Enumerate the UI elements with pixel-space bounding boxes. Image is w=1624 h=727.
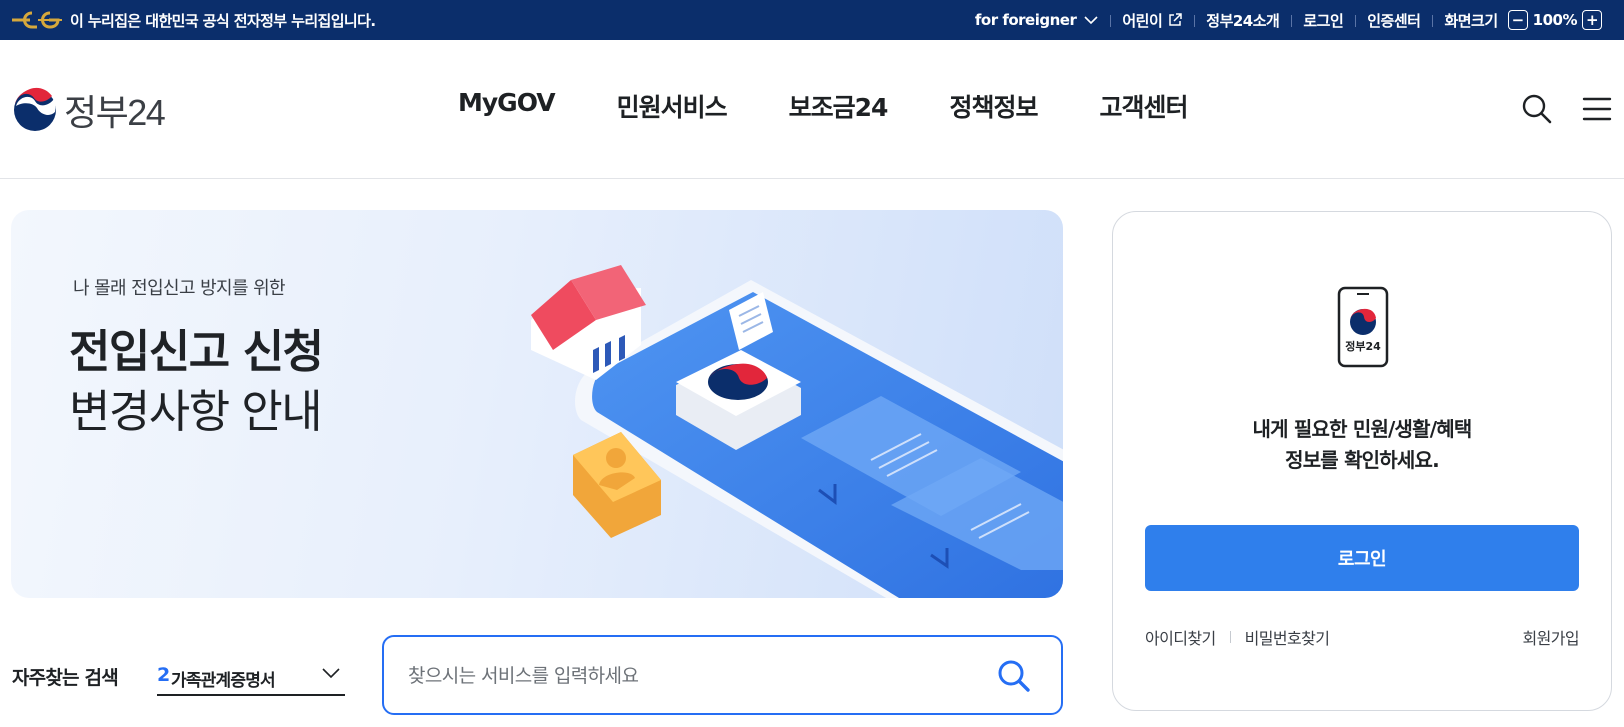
about-label: 정부24소개 bbox=[1206, 11, 1280, 30]
hero-banner[interactable]: 나 몰래 전입신고 방지를 위한 전입신고 신청 변경사항 안내 bbox=[11, 210, 1063, 598]
nav-mygov[interactable]: MyGOV bbox=[458, 88, 556, 124]
mobile-id-icon: 정부24 bbox=[1337, 286, 1389, 368]
about-link[interactable]: 정부24소개 bbox=[1194, 10, 1291, 31]
hero-title-line2: 변경사항 안내 bbox=[69, 385, 323, 438]
zoom-label: 화면크기 bbox=[1444, 11, 1498, 30]
login-button[interactable]: 로그인 bbox=[1145, 525, 1579, 591]
nav-policy-info[interactable]: 정책정보 bbox=[949, 88, 1038, 124]
gov24-logo[interactable]: 정부24 bbox=[12, 84, 166, 136]
cert-center-label: 인증센터 bbox=[1367, 11, 1421, 30]
zoom-out-button[interactable]: − bbox=[1507, 10, 1528, 30]
signup-link[interactable]: 회원가입 bbox=[1523, 625, 1580, 649]
login-message-line2: 정보를 확인하세요. bbox=[1285, 448, 1440, 472]
external-link-icon bbox=[1169, 13, 1183, 26]
top-login-link[interactable]: 로그인 bbox=[1291, 10, 1355, 31]
phone-house-illustration bbox=[531, 265, 1063, 598]
login-message: 내게 필요한 민원/생활/혜택 정보를 확인하세요. bbox=[1113, 414, 1611, 476]
top-login-label: 로그인 bbox=[1303, 11, 1344, 30]
service-search-input[interactable] bbox=[408, 657, 968, 695]
login-message-line1: 내게 필요한 민원/생활/혜택 bbox=[1252, 417, 1473, 441]
eg-gov-mark-icon bbox=[12, 11, 62, 29]
chevron-down-icon bbox=[1084, 16, 1098, 25]
find-password-link[interactable]: 비밀번호찾기 bbox=[1245, 625, 1330, 649]
zoom-value: 100% bbox=[1532, 11, 1578, 29]
search-icon[interactable] bbox=[1520, 92, 1554, 126]
nav-civil-service[interactable]: 민원서비스 bbox=[617, 88, 728, 124]
login-card: 정부24 내게 필요한 민원/생활/혜택 정보를 확인하세요. 로그인 아이디찾… bbox=[1112, 211, 1612, 711]
account-links: 아이디찾기 비밀번호찾기 bbox=[1145, 625, 1330, 649]
menu-icon[interactable] bbox=[1580, 92, 1614, 126]
zoom-control: 화면크기 − 100% + bbox=[1432, 10, 1614, 31]
chevron-down-icon bbox=[322, 668, 340, 679]
cert-center-link[interactable]: 인증센터 bbox=[1355, 10, 1432, 31]
logo-text: 정부24 bbox=[64, 92, 166, 133]
service-search-box bbox=[382, 635, 1063, 715]
frequent-search-dropdown[interactable]: 2 가족관계증명서 bbox=[157, 652, 345, 696]
hero-title-line1: 전입신고 신청 bbox=[69, 325, 324, 378]
search-icon[interactable] bbox=[995, 657, 1033, 695]
zoom-in-button[interactable]: + bbox=[1582, 10, 1602, 30]
frequent-search-term: 가족관계증명서 bbox=[171, 671, 276, 691]
hero-subtitle: 나 몰래 전입신고 방지를 위한 bbox=[73, 278, 286, 299]
for-foreigner-label: for foreigner bbox=[974, 11, 1077, 29]
frequent-search-rank: 2 bbox=[157, 664, 171, 686]
kids-label: 어린이 bbox=[1122, 11, 1163, 30]
link-divider bbox=[1229, 631, 1231, 643]
gov-notice: 이 누리집은 대한민국 공식 전자정부 누리집입니다. bbox=[70, 12, 376, 30]
nav-subsidy24[interactable]: 보조금24 bbox=[789, 88, 889, 124]
utility-menu: for foreigner 어린이 정부24소개 로그인 인증센터 화면크기 −… bbox=[963, 0, 1614, 40]
mobile-id-caption: 정부24 bbox=[1345, 339, 1381, 353]
hero-title: 전입신고 신청 변경사항 안내 bbox=[69, 322, 324, 442]
nav-customer-center[interactable]: 고객센터 bbox=[1099, 88, 1188, 124]
frequent-search-label: 자주찾는 검색 bbox=[12, 667, 119, 689]
kids-link[interactable]: 어린이 bbox=[1110, 10, 1194, 31]
for-foreigner-dropdown[interactable]: for foreigner bbox=[963, 11, 1110, 29]
gov-banner: 이 누리집은 대한민국 공식 전자정부 누리집입니다. for foreigne… bbox=[0, 0, 1624, 40]
main-nav: MyGOV 민원서비스 보조금24 정책정보 고객센터 bbox=[458, 88, 1249, 124]
site-header: 정부24 MyGOV 민원서비스 보조금24 정책정보 고객센터 bbox=[0, 40, 1624, 179]
taegeuk-logo-icon bbox=[14, 87, 56, 131]
find-id-link[interactable]: 아이디찾기 bbox=[1145, 625, 1216, 649]
